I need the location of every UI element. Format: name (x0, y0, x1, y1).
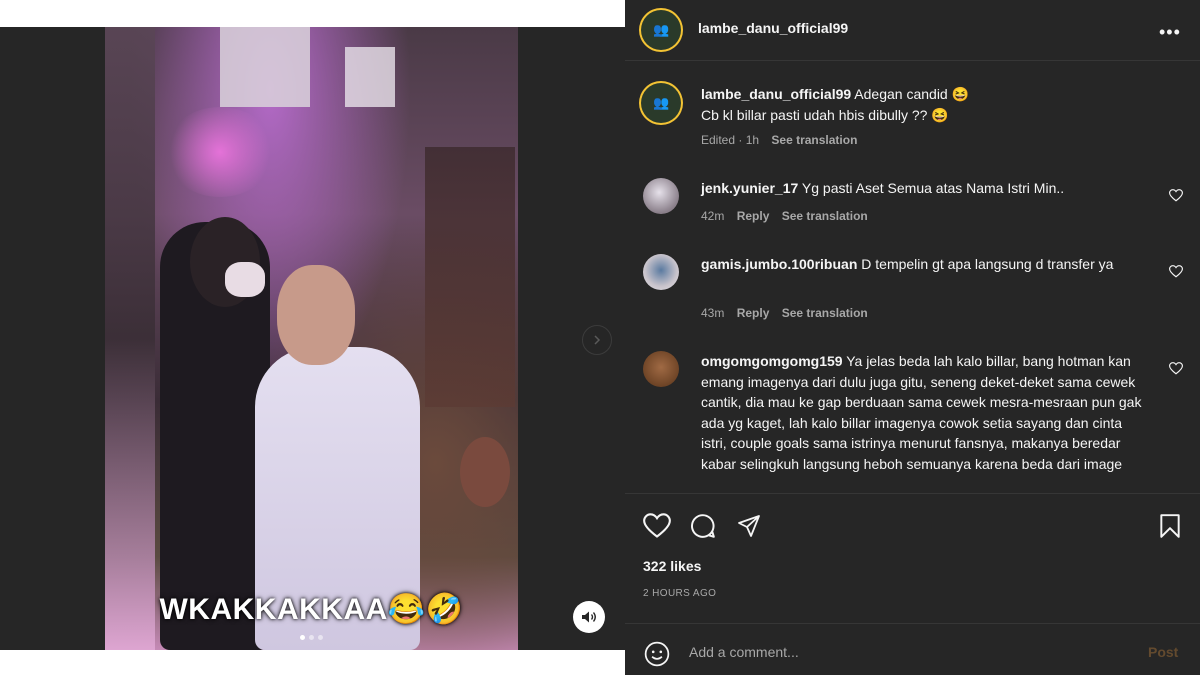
carousel-dot (309, 635, 314, 640)
reply-button[interactable]: Reply (737, 306, 770, 320)
caption-username[interactable]: lambe_danu_official99 (701, 86, 851, 102)
bystander-figure (460, 437, 510, 507)
volume-icon (582, 611, 596, 623)
comment-text: Yg pasti Aset Semua atas Nama Istri Min.… (801, 180, 1065, 196)
avatar-image: 👥 (641, 10, 681, 50)
carousel-dot (300, 635, 305, 640)
heart-icon[interactable] (1169, 265, 1183, 278)
comment-text: Ya jelas beda lah kalo billar, bang hotm… (701, 353, 1142, 472)
reply-button[interactable]: Reply (737, 209, 770, 223)
man-head (277, 265, 355, 365)
save-icon[interactable] (1158, 513, 1182, 539)
comment-item: gamis.jumbo.100ribuan D tempelin gt apa … (701, 254, 1151, 275)
post-panel: 👥 lambe_danu_official99 ••• 👥 lambe_danu… (625, 0, 1200, 675)
comment-meta: 43m Reply See translation (701, 306, 877, 320)
likes-count[interactable]: 322 likes (643, 558, 701, 574)
commenter-avatar[interactable] (643, 254, 679, 290)
see-translation-link[interactable]: See translation (782, 306, 868, 320)
comment-input[interactable]: Add a comment... (689, 644, 799, 660)
comment-icon[interactable] (690, 513, 716, 539)
post-comment-button[interactable]: Post (1148, 644, 1178, 660)
author-username[interactable]: lambe_danu_official99 (698, 20, 848, 36)
comment-item: omgomgomgomg159 Ya jelas beda lah kalo b… (701, 351, 1151, 474)
carousel-dots (105, 627, 518, 645)
see-translation-link[interactable]: See translation (771, 133, 857, 147)
edited-label: Edited · 1h (701, 133, 760, 147)
caption-avatar[interactable]: 👥 (639, 81, 683, 125)
comment-username[interactable]: omgomgomgomg159 (701, 353, 843, 369)
post-timestamp[interactable]: 2 HOURS AGO (643, 588, 716, 599)
volume-button[interactable] (573, 601, 605, 633)
post-header: 👥 lambe_danu_official99 ••• (625, 0, 1200, 61)
flower-glow (165, 107, 275, 197)
lantern-shape (220, 27, 310, 107)
see-translation-link[interactable]: See translation (782, 209, 868, 223)
heart-icon[interactable] (643, 513, 671, 539)
heart-icon[interactable] (1169, 362, 1183, 375)
background-building (425, 147, 515, 407)
media-viewer: WKAKKAKKAA😂🤣 (0, 27, 625, 650)
comment-meta: 42m Reply See translation (701, 209, 877, 223)
comment-text: D tempelin gt apa langsung d transfer ya (861, 256, 1114, 272)
comment-time: 43m (701, 306, 725, 320)
emoji-icon[interactable] (644, 641, 670, 667)
caption-line-1: Adegan candid 😆 (854, 86, 970, 102)
post-caption: lambe_danu_official99 Adegan candid 😆 Cb… (701, 84, 1151, 125)
comments-section[interactable]: 👥 lambe_danu_official99 Adegan candid 😆 … (625, 61, 1200, 493)
more-icon[interactable]: ••• (1159, 22, 1181, 43)
comment-username[interactable]: jenk.yunier_17 (701, 180, 798, 196)
carousel-dot (318, 635, 323, 640)
heart-icon[interactable] (1169, 189, 1183, 202)
face-mask (225, 262, 265, 297)
post-video[interactable]: WKAKKAKKAA😂🤣 (105, 27, 518, 650)
commenter-avatar[interactable] (643, 178, 679, 214)
post-actions: 322 likes 2 HOURS AGO (625, 493, 1200, 624)
caption-meta: Edited · 1h See translation (701, 133, 866, 147)
share-icon[interactable] (736, 514, 762, 538)
avatar-image: 👥 (641, 83, 681, 123)
commenter-avatar[interactable] (643, 351, 679, 387)
next-slide-button[interactable] (582, 325, 612, 355)
comment-time: 42m (701, 209, 725, 223)
chevron-right-icon (594, 335, 601, 345)
comment-item: jenk.yunier_17 Yg pasti Aset Semua atas … (701, 178, 1151, 199)
add-comment-bar: Add a comment... Post (625, 623, 1200, 676)
author-avatar[interactable]: 👥 (639, 8, 683, 52)
video-caption-overlay: WKAKKAKKAA😂🤣 (159, 593, 464, 626)
lantern-shape-2 (345, 47, 395, 107)
comment-username[interactable]: gamis.jumbo.100ribuan (701, 256, 857, 272)
caption-line-2: Cb kl billar pasti udah hbis dibully ?? … (701, 106, 949, 123)
tree-trunk-shape (105, 27, 155, 650)
